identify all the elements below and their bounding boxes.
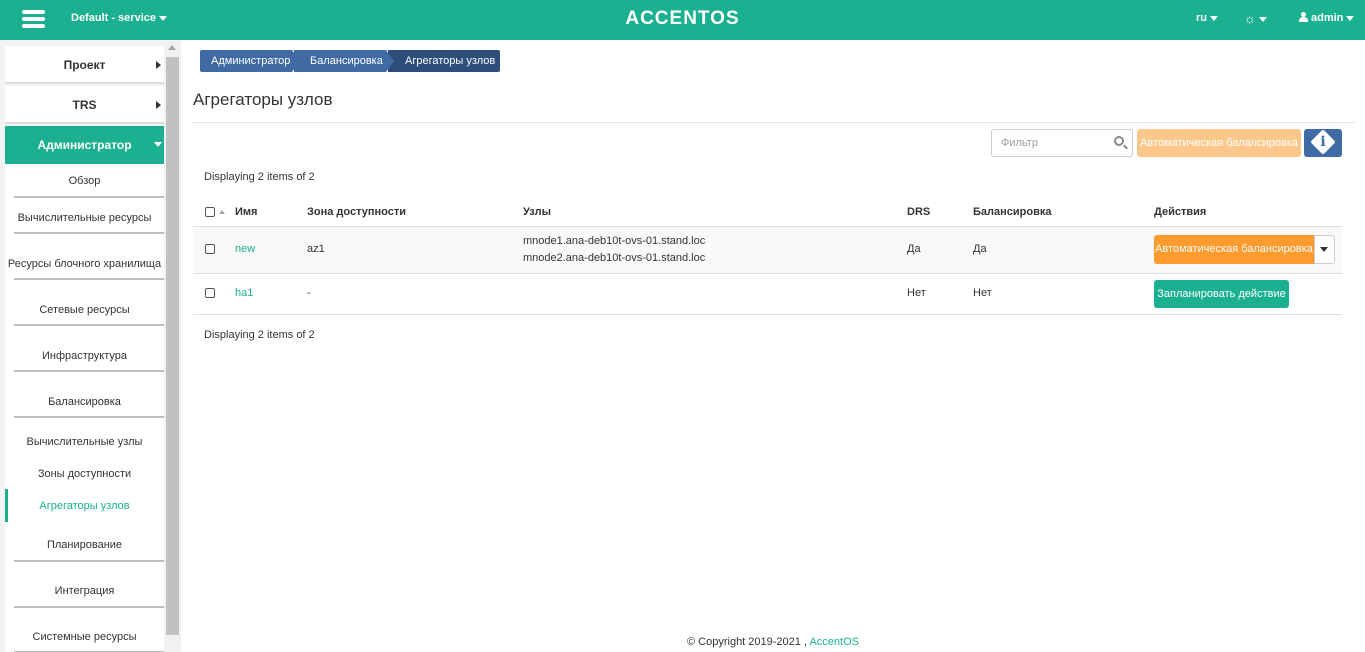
title-divider <box>193 122 1355 123</box>
table-row: new az1 mnode1.ana-deb10t-ovs-01.stand.l… <box>193 227 1342 274</box>
sidebar-divider <box>14 560 164 562</box>
sidebar-item-network[interactable]: Сетевые ресурсы <box>5 304 164 316</box>
schedule-action-button[interactable]: Запланировать действие <box>1154 280 1289 308</box>
balancing-value: Нет <box>973 287 992 299</box>
sidebar-scrollbar[interactable] <box>164 40 181 652</box>
drs-value: Нет <box>907 287 926 299</box>
chevron-down-icon <box>154 142 162 147</box>
table-header: Имя Зона доступности Узлы DRS Балансиров… <box>193 200 1342 227</box>
sidebar-item-block-storage[interactable]: Ресурсы блочного хранилища <box>5 258 164 270</box>
brand-logo: ACCENTOS <box>625 8 740 29</box>
sidebar-item-infrastructure[interactable]: Инфраструктура <box>5 350 164 362</box>
sidebar-item-label: Проект <box>63 58 106 72</box>
sidebar-divider <box>14 196 164 198</box>
sidebar-divider <box>14 370 164 372</box>
language-selector[interactable]: ru <box>1196 12 1218 24</box>
sidebar-divider <box>14 278 164 280</box>
availability-zone: az1 <box>307 243 325 255</box>
node-name: mnode1.ana-deb10t-ovs-01.stand.loc <box>523 235 706 247</box>
user-menu[interactable]: admin <box>1299 12 1355 24</box>
sidebar-item-balancing[interactable]: Балансировка <box>5 396 164 408</box>
user-name: admin <box>1311 12 1344 24</box>
sidebar-admin-submenu: Обзор Вычислительные ресурсы Ресурсы бло… <box>5 164 164 652</box>
sidebar-item-integration[interactable]: Интеграция <box>5 585 164 597</box>
items-count-bottom: Displaying 2 items of 2 <box>204 329 315 341</box>
chevron-down-icon <box>1258 17 1267 23</box>
sidebar-item-project[interactable]: Проект <box>5 46 164 84</box>
filter-input[interactable] <box>992 130 1110 156</box>
chevron-right-icon <box>156 61 161 69</box>
row-checkbox[interactable] <box>205 288 215 298</box>
filter-box <box>991 129 1133 157</box>
items-count: Displaying 2 items of 2 <box>204 171 315 183</box>
sidebar-item-overview[interactable]: Обзор <box>5 175 164 187</box>
top-navbar: Default - service ACCENTOS ru ☼ admin <box>0 0 1365 40</box>
scrollbar-thumb[interactable] <box>166 57 179 635</box>
node-name: mnode2.ana-deb10t-ovs-01.stand.loc <box>523 252 706 264</box>
drs-value: Да <box>907 243 921 255</box>
info-button[interactable]: i <box>1304 129 1342 157</box>
theme-selector[interactable]: ☼ <box>1244 11 1267 26</box>
chevron-down-icon <box>1320 247 1328 252</box>
sidebar-item-system-resources[interactable]: Системные ресурсы <box>5 631 164 643</box>
sidebar-divider <box>14 416 164 418</box>
sidebar-divider <box>14 324 164 326</box>
chevron-down-icon <box>1210 15 1218 21</box>
column-actions: Действия <box>1154 206 1207 218</box>
row-auto-balance-button[interactable]: Автоматическая балансировка <box>1154 235 1314 264</box>
scroll-up-icon[interactable] <box>168 45 176 50</box>
sidebar-item-administrator[interactable]: Администратор <box>5 126 164 164</box>
sun-icon: ☼ <box>1244 11 1256 26</box>
sidebar-item-compute-nodes[interactable]: Вычислительные узлы <box>5 436 164 448</box>
column-name[interactable]: Имя <box>235 206 257 218</box>
breadcrumb-item-balancing[interactable]: Балансировка <box>294 50 394 72</box>
sidebar-divider <box>14 606 164 608</box>
sidebar-item-availability-zones[interactable]: Зоны доступности <box>5 468 164 480</box>
select-all-checkbox[interactable] <box>205 207 215 217</box>
language-label: ru <box>1196 12 1207 24</box>
copyright-text: © Copyright 2019-2021 , <box>687 636 808 648</box>
availability-zone: - <box>307 287 311 299</box>
table-row: ha1 - Нет Нет Запланировать действие <box>193 274 1342 315</box>
sidebar-item-label: TRS <box>72 98 97 112</box>
chevron-down-icon <box>1346 15 1355 21</box>
sidebar-item-label: Администратор <box>37 138 132 152</box>
sidebar-item-planning[interactable]: Планирование <box>5 539 164 551</box>
auto-balance-button[interactable]: Автоматическая балансировка <box>1137 129 1301 157</box>
column-drs[interactable]: DRS <box>907 206 930 218</box>
info-glyph: i <box>1320 134 1326 150</box>
sidebar-item-compute[interactable]: Вычислительные ресурсы <box>5 212 164 224</box>
breadcrumb-item-aggregates: Агрегаторы узлов <box>388 50 500 72</box>
sidebar-item-trs[interactable]: TRS <box>5 86 164 124</box>
chevron-right-icon <box>156 101 161 109</box>
search-icon[interactable] <box>1114 136 1124 146</box>
row-actions-dropdown[interactable] <box>1314 235 1335 264</box>
sidebar-divider <box>14 232 164 234</box>
aggregate-name-link[interactable]: new <box>235 243 255 255</box>
column-zone[interactable]: Зона доступности <box>307 206 406 218</box>
sidebar-item-host-aggregates[interactable]: Агрегаторы узлов <box>5 500 164 512</box>
sort-asc-icon[interactable] <box>219 210 225 214</box>
sidebar: Проект TRS Администратор Обзор Вычислите… <box>0 40 181 652</box>
aggregate-name-link[interactable]: ha1 <box>235 287 253 299</box>
column-balancing[interactable]: Балансировка <box>973 206 1051 218</box>
balancing-value: Да <box>973 243 987 255</box>
brand-link[interactable]: AccentOS <box>809 636 859 648</box>
footer: © Copyright 2019-2021 , AccentOS <box>181 636 1365 648</box>
breadcrumb-item-admin[interactable]: Администратор <box>200 50 300 72</box>
row-checkbox[interactable] <box>205 244 215 254</box>
column-nodes[interactable]: Узлы <box>523 206 551 218</box>
user-icon <box>1299 12 1308 22</box>
page-title: Агрегаторы узлов <box>193 90 333 109</box>
